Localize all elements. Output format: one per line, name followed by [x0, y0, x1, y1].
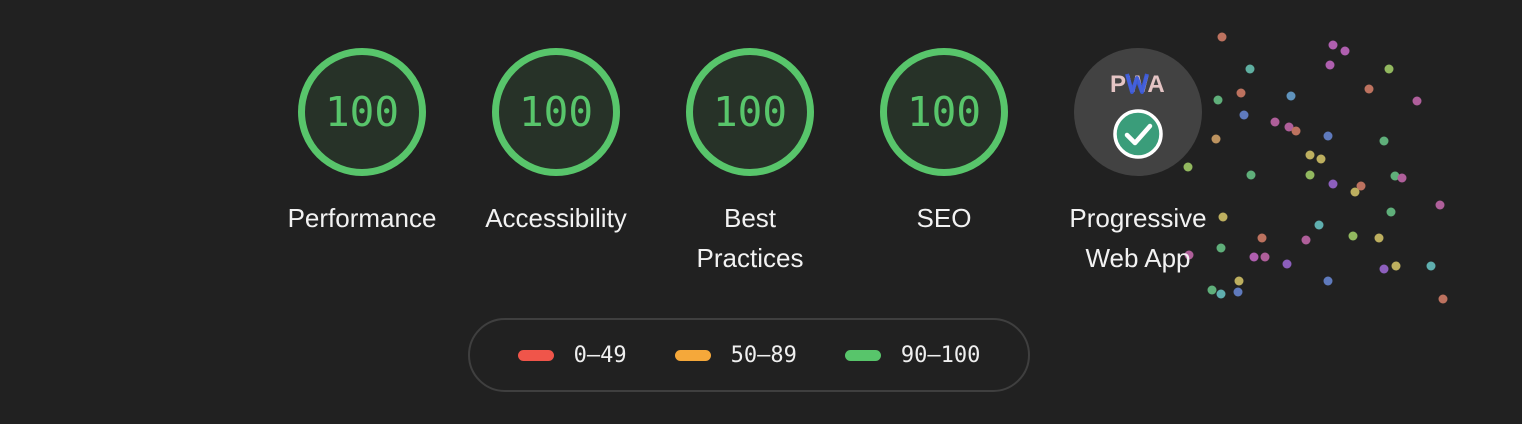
legend-swatch-green [844, 349, 881, 361]
legend-item-fail: 0–49 [517, 342, 627, 368]
check-circle-icon [1113, 109, 1163, 159]
gauge-best-practices[interactable]: 100 Best Practices [653, 48, 847, 278]
score-value: 100 [906, 88, 982, 136]
pwa-logo-icon: PWA [1110, 71, 1165, 96]
score-ring: 100 [686, 48, 814, 176]
legend-item-average: 50–89 [674, 342, 797, 368]
legend-range: 90–100 [900, 342, 981, 368]
legend-swatch-orange [674, 349, 711, 361]
gauge-label: SEO [916, 203, 972, 233]
gauge-label: Accessibility [485, 203, 627, 233]
legend-range: 0–49 [573, 342, 627, 368]
legend-range: 50–89 [730, 342, 797, 368]
legend-item-pass: 90–100 [844, 342, 981, 368]
gauge-label: Progressive Web App [1069, 203, 1207, 273]
score-value: 100 [712, 88, 788, 136]
gauge-accessibility[interactable]: 100 Accessibility [459, 48, 653, 238]
gauge-label: Performance [287, 203, 437, 233]
score-ring: 100 [492, 48, 620, 176]
gauge-label: Best Practices [696, 203, 804, 273]
gauge-pwa[interactable]: PWA Progressive Web App [1041, 48, 1235, 278]
score-legend: 0–49 50–89 90–100 [468, 318, 1030, 392]
pwa-badge: PWA [1074, 48, 1202, 176]
score-value: 100 [324, 88, 400, 136]
score-ring: 100 [298, 48, 426, 176]
gauge-seo[interactable]: 100 SEO [847, 48, 1041, 238]
score-value: 100 [518, 88, 594, 136]
legend-swatch-red [517, 349, 554, 361]
score-ring: 100 [880, 48, 1008, 176]
gauge-performance[interactable]: 100 Performance [265, 48, 459, 238]
